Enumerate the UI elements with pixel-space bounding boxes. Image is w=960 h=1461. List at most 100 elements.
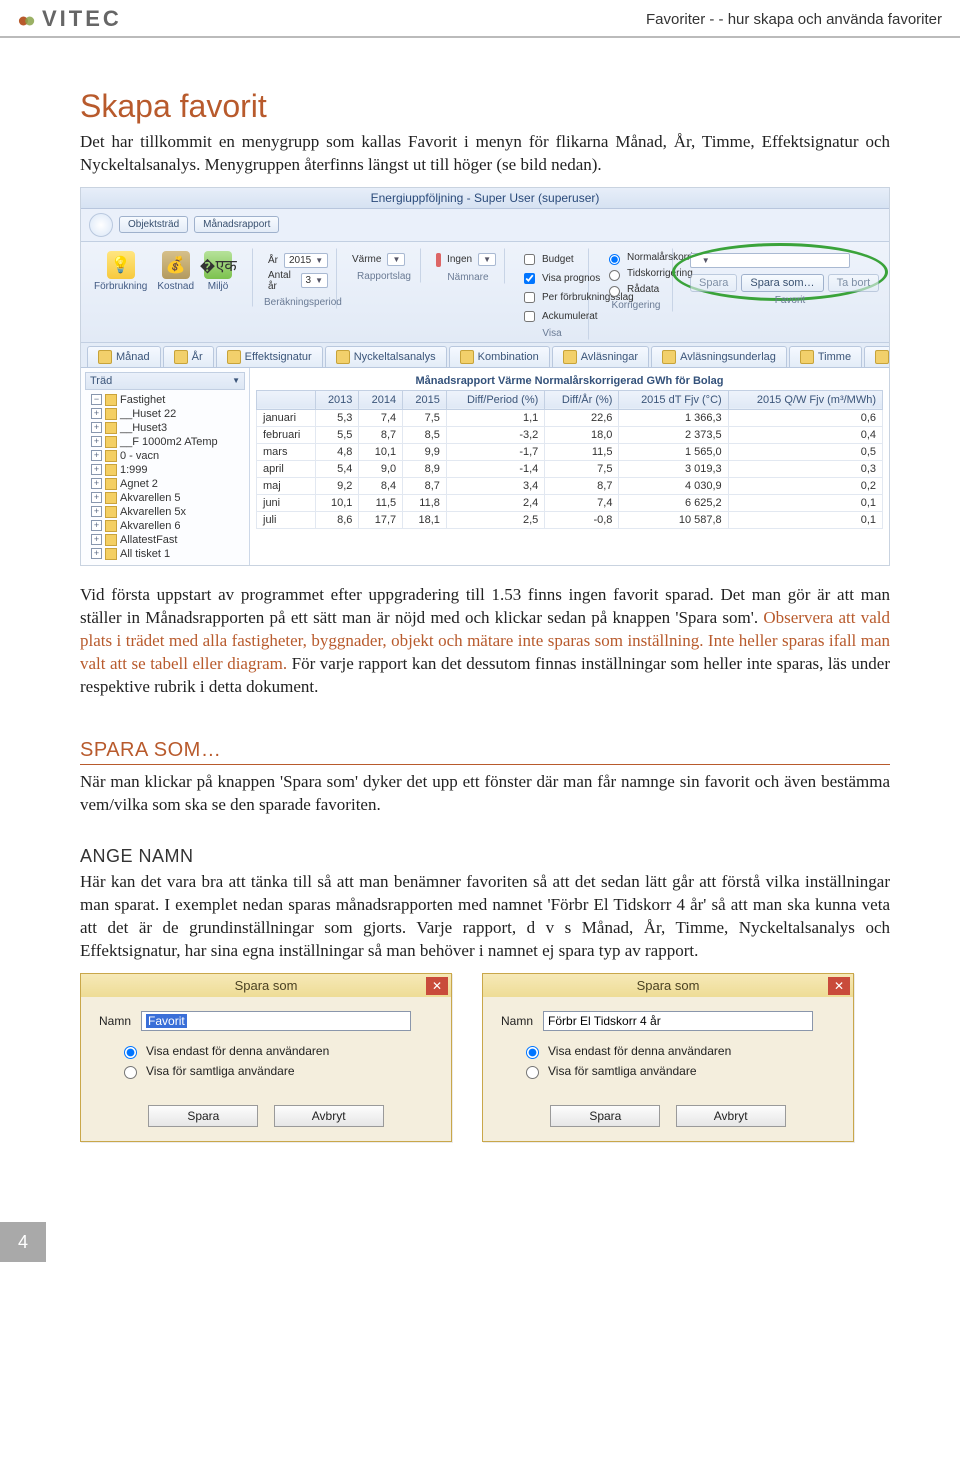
- folder-icon: [105, 520, 117, 532]
- spara-button[interactable]: Spara: [690, 274, 737, 292]
- tree-node[interactable]: +AllatestFast: [91, 533, 245, 547]
- tree-node[interactable]: +__F 1000m2 ATemp: [91, 435, 245, 449]
- folder-icon: [105, 450, 117, 462]
- ingen-combo[interactable]: ▼: [478, 253, 496, 266]
- antal-ar-label: Antal år: [268, 270, 295, 292]
- grid-header: Diff/Period (%): [446, 390, 544, 409]
- tree-node[interactable]: +Akvarellen 5x: [91, 505, 245, 519]
- visa-self-radio[interactable]: Visa endast för denna användaren: [119, 1043, 433, 1059]
- tidskorr-radio[interactable]: Tidskorrigering: [604, 267, 664, 281]
- grid-header: [257, 390, 316, 409]
- tree-node[interactable]: +Agnet 2: [91, 477, 245, 491]
- view-tab[interactable]: Avläsningar: [552, 346, 649, 367]
- spara-som-body: När man klickar på knappen 'Spara som' d…: [80, 771, 890, 817]
- budget-check[interactable]: Budget: [520, 251, 580, 268]
- folder-icon: [105, 464, 117, 476]
- ar-combo[interactable]: 2015▼: [284, 253, 328, 268]
- antal-ar-combo[interactable]: 3▼: [301, 273, 328, 288]
- dialog-spara-button[interactable]: Spara: [550, 1105, 660, 1127]
- bulb-icon: 💡: [107, 251, 135, 279]
- spara-som-button[interactable]: Spara som…: [741, 274, 823, 292]
- dialog-avbryt-button[interactable]: Avbryt: [676, 1105, 786, 1127]
- close-icon[interactable]: ✕: [426, 977, 448, 995]
- view-tab[interactable]: År: [163, 346, 214, 367]
- dialog-row: Spara som ✕ Namn Favorit Visa endast för…: [80, 973, 890, 1142]
- grp-favorit: Favorit: [684, 295, 896, 306]
- namn-label: Namn: [99, 1014, 131, 1028]
- forbrukning-button[interactable]: 💡 Förbrukning: [94, 251, 147, 292]
- ackum-check[interactable]: Ackumulerat: [520, 308, 580, 325]
- table-row: juli8,617,718,12,5-0,810 587,80,1: [257, 511, 883, 528]
- tree-node[interactable]: +0 - vacn: [91, 449, 245, 463]
- tree-node[interactable]: +Akvarellen 6: [91, 519, 245, 533]
- app-menu-icon[interactable]: [89, 213, 113, 237]
- radata-radio[interactable]: Rådata: [604, 283, 664, 297]
- logo: VITEC: [18, 6, 122, 32]
- logo-text: VITEC: [42, 6, 122, 32]
- tree-node[interactable]: +All tisket 1: [91, 547, 245, 561]
- objtree-tab[interactable]: Objektsträd: [119, 216, 188, 233]
- grp-namnare: Nämnare: [432, 272, 504, 283]
- view-tab[interactable]: Kombination: [449, 346, 550, 367]
- tab-icon: [227, 350, 241, 364]
- dialog-avbryt-button[interactable]: Avbryt: [274, 1105, 384, 1127]
- dialog-spara-button[interactable]: Spara: [148, 1105, 258, 1127]
- tab-icon: [460, 350, 474, 364]
- section-title-skapa-favorit: Skapa favorit: [80, 88, 890, 125]
- varme-combo[interactable]: ▼: [387, 253, 405, 266]
- tree-node[interactable]: +Akvarellen 5: [91, 491, 245, 505]
- tree-pane: Träd▼ −Fastighet+__Huset 22+__Huset3+__F…: [81, 368, 250, 565]
- perforbr-check[interactable]: Per förbrukningsslag: [520, 289, 580, 306]
- grid-header: Diff/År (%): [545, 390, 619, 409]
- app-screenshot: Energiuppföljning - Super User (superuse…: [80, 187, 890, 566]
- namn-input-1[interactable]: Favorit: [141, 1011, 411, 1031]
- grp-period: Beräkningsperiod: [264, 297, 336, 308]
- grid-header: 2015 Q/W Fjv (m³/MWh): [728, 390, 882, 409]
- tree-node[interactable]: +__Huset3: [91, 421, 245, 435]
- close-icon[interactable]: ✕: [828, 977, 850, 995]
- folder-icon: [105, 436, 117, 448]
- grp-rapportslag: Rapportslag: [348, 271, 420, 282]
- view-tab[interactable]: Effektsignatur: [216, 346, 323, 367]
- tab-icon: [174, 350, 188, 364]
- tree-node[interactable]: +__Huset 22: [91, 407, 245, 421]
- favorit-combo[interactable]: ▼: [690, 253, 850, 268]
- ingen-label: Ingen: [447, 254, 472, 265]
- app-window-title: Energiuppföljning - Super User (superuse…: [81, 188, 889, 209]
- report-title: Månadsrapport Värme Normalårskorrigerad …: [256, 372, 883, 390]
- ar-label: År: [268, 255, 278, 266]
- tabort-button[interactable]: Ta bort: [828, 274, 880, 292]
- page-number: 4: [0, 1222, 46, 1262]
- highlight-circle: [672, 243, 888, 301]
- visa-all-radio[interactable]: Visa för samtliga användare: [119, 1063, 433, 1079]
- monthreport-tab[interactable]: Månadsrapport: [194, 216, 279, 233]
- namn-input-2[interactable]: [543, 1011, 813, 1031]
- view-tab[interactable]: Timme: [789, 346, 862, 367]
- folder-icon: [105, 548, 117, 560]
- view-tabstrip: MånadÅrEffektsignaturNyckeltalsanalysKom…: [81, 343, 889, 368]
- tab-icon: [875, 350, 889, 364]
- tree-node[interactable]: +1:999: [91, 463, 245, 477]
- table-row: mars4,810,19,9-1,711,51 565,00,5: [257, 443, 883, 460]
- miljo-button[interactable]: �एक Miljö: [204, 251, 232, 292]
- visa-self-radio[interactable]: Visa endast för denna användaren: [521, 1043, 835, 1059]
- section-title-spara-som: SPARA SOM…: [80, 739, 890, 765]
- dialog-titlebar: Spara som ✕: [81, 974, 451, 997]
- view-tab[interactable]: Avläsningsunderlag: [651, 346, 787, 367]
- intro-paragraph: Det har tillkommit en menygrupp som kall…: [80, 131, 890, 177]
- tree-node[interactable]: −Fastighet: [91, 393, 245, 407]
- folder-icon: [105, 408, 117, 420]
- view-tab[interactable]: Dokument: [864, 346, 889, 367]
- visa-all-radio[interactable]: Visa för samtliga användare: [521, 1063, 835, 1079]
- header-breadcrumb: Favoriter - - hur skapa och använda favo…: [646, 11, 942, 28]
- prognos-check[interactable]: Visa prognos: [520, 270, 580, 287]
- view-tab[interactable]: Nyckeltalsanalys: [325, 346, 447, 367]
- tab-icon: [800, 350, 814, 364]
- kostnad-button[interactable]: 💰 Kostnad: [157, 251, 194, 292]
- tree-title: Träd▼: [85, 372, 245, 390]
- table-row: juni10,111,511,82,47,46 625,20,1: [257, 494, 883, 511]
- normal-radio[interactable]: Normalårskorrigering: [604, 251, 664, 265]
- tab-icon: [98, 350, 112, 364]
- grid-header: 2013: [315, 390, 359, 409]
- view-tab[interactable]: Månad: [87, 346, 161, 367]
